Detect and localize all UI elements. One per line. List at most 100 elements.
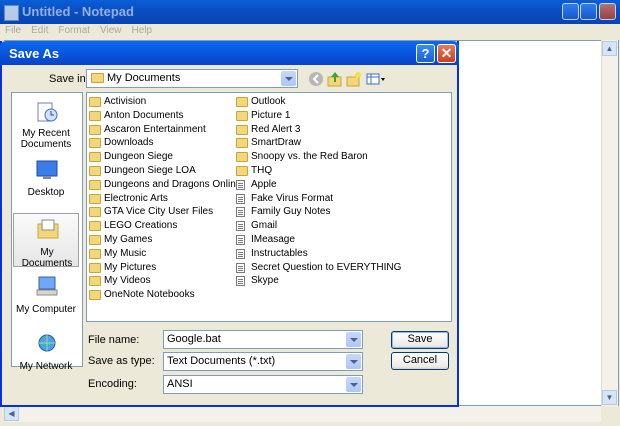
place-label: My Recent Documents	[20, 128, 72, 150]
chevron-down-icon[interactable]	[281, 71, 296, 86]
folder-icon	[89, 124, 101, 135]
file-name-label: File name:	[88, 334, 140, 346]
list-item-label: Electronic Arts	[104, 192, 168, 204]
list-item-label: Picture 1	[251, 109, 291, 121]
list-item-label: My Pictures	[104, 261, 157, 273]
dialog-title-bar[interactable]: Save As	[0, 41, 459, 65]
recent-documents-icon	[35, 101, 59, 123]
folder-icon	[236, 152, 248, 163]
folder-icon	[89, 290, 101, 301]
menu-file[interactable]: File	[5, 25, 21, 36]
up-folder-icon[interactable]	[327, 71, 343, 87]
menu-edit[interactable]: Edit	[31, 25, 48, 36]
folder-icon	[89, 193, 101, 204]
place-my-documents[interactable]: My Documents	[13, 213, 79, 269]
list-item-label: Apple	[251, 178, 277, 190]
menu-view[interactable]: View	[100, 25, 122, 36]
folder-icon	[236, 110, 248, 121]
text-document-icon	[236, 248, 245, 259]
maximize-icon[interactable]	[580, 3, 597, 20]
list-item-label: Instructables	[251, 247, 308, 259]
text-document-icon	[236, 193, 245, 204]
list-item-label: IMeasage	[251, 234, 295, 245]
save-as-type-label: Save as type:	[88, 355, 155, 367]
list-item-label: Anton Documents	[104, 109, 184, 121]
folder-icon	[89, 207, 101, 218]
save-as-type-dropdown[interactable]: Text Documents (*.txt)	[163, 352, 363, 371]
save-in-dropdown[interactable]: My Documents	[86, 69, 298, 88]
list-item-label: Skype	[251, 275, 279, 287]
place-my-network[interactable]: My Network	[13, 329, 79, 383]
list-item-label: My Music	[104, 247, 147, 259]
list-item-label: Family Guy Notes	[251, 206, 331, 218]
file-name-field[interactable]: Google.bat	[163, 330, 363, 349]
place-label: My Documents	[21, 247, 73, 269]
menu-format[interactable]: Format	[58, 25, 90, 36]
folder-icon	[89, 110, 101, 121]
new-folder-icon[interactable]	[346, 71, 362, 87]
folder-icon	[89, 221, 101, 232]
minimize-icon[interactable]	[562, 3, 579, 20]
file-list[interactable]: Activision Anton Documents Ascaron Enterta…	[86, 92, 452, 322]
place-my-recent-documents[interactable]: My Recent Documents	[13, 97, 79, 151]
list-item-label: Fake Virus Format	[251, 192, 334, 204]
desktop-icon	[35, 159, 59, 181]
menu-help[interactable]: Help	[132, 25, 153, 36]
folder-icon	[89, 179, 101, 190]
list-item-label: Snoopy vs. the Red Baron	[251, 151, 368, 163]
folder-icon	[89, 262, 101, 273]
back-icon[interactable]	[308, 71, 324, 87]
chevron-down-icon[interactable]	[346, 332, 361, 347]
place-label: My Computer	[15, 304, 76, 315]
list-item-label: Red Alert 3	[251, 123, 301, 135]
my-documents-icon	[36, 218, 60, 240]
file-name-value: Google.bat	[167, 333, 221, 345]
scroll-left-icon[interactable]: ◀	[4, 406, 19, 421]
folder-icon	[89, 138, 101, 149]
my-computer-icon	[35, 275, 59, 297]
list-item-label: Dungeons and Dragons Online	[104, 178, 242, 190]
scroll-up-icon[interactable]: ▲	[602, 41, 617, 56]
encoding-dropdown[interactable]: ANSI	[163, 375, 363, 394]
list-item-label: Dungeon Siege LOA	[104, 165, 196, 176]
folder-icon	[89, 248, 101, 259]
text-document-icon	[236, 262, 245, 273]
list-item-label: My Videos	[104, 275, 151, 287]
place-label: My Network	[19, 361, 73, 372]
save-in-value: My Documents	[107, 72, 181, 84]
list-item-label: Dungeon Siege	[104, 151, 173, 163]
notepad-menu-bar: File Edit Format View Help	[0, 24, 620, 39]
notepad-title: Untitled - Notepad	[22, 4, 134, 19]
views-menu-icon[interactable]	[366, 71, 386, 87]
save-button[interactable]: Save	[391, 331, 449, 349]
list-item-label: Downloads	[104, 137, 154, 149]
text-document-icon	[236, 221, 245, 232]
scroll-down-icon[interactable]: ▼	[602, 390, 617, 405]
place-my-computer[interactable]: My Computer	[13, 271, 79, 325]
folder-icon	[89, 97, 101, 107]
notepad-title-bar[interactable]: Untitled - Notepad	[0, 0, 620, 24]
save-in-label: Save in:	[49, 73, 89, 85]
list-item-label: Outlook	[251, 96, 286, 107]
places-bar: My Recent Documents Desktop My Documents…	[11, 92, 83, 372]
horizontal-scrollbar[interactable]: ◀	[4, 406, 601, 422]
help-button[interactable]: ?	[416, 44, 435, 63]
folder-icon	[89, 235, 101, 245]
folder-icon	[91, 73, 104, 83]
close-icon[interactable]	[599, 3, 616, 20]
folder-icon	[236, 138, 248, 149]
list-item-label: OneNote Notebooks	[104, 289, 195, 301]
text-document-icon	[236, 235, 245, 245]
text-document-icon	[236, 179, 245, 190]
folder-icon	[89, 152, 101, 163]
place-desktop[interactable]: Desktop	[13, 155, 79, 209]
folder-icon	[236, 97, 248, 107]
dialog-close-button[interactable]: ✕	[437, 44, 456, 63]
folder-icon	[236, 124, 248, 135]
list-item-label: Activision	[104, 96, 147, 107]
chevron-down-icon[interactable]	[346, 354, 361, 369]
vertical-scrollbar[interactable]: ▲ ▼	[601, 40, 618, 406]
folder-icon	[236, 166, 248, 176]
chevron-down-icon[interactable]	[346, 377, 361, 392]
cancel-button[interactable]: Cancel	[391, 352, 449, 370]
